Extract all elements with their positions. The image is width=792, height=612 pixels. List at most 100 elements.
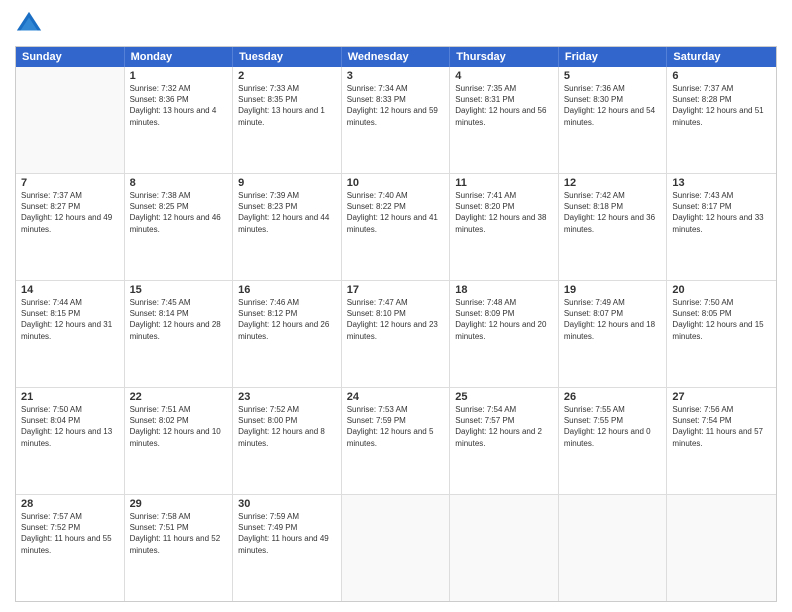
header-day-sunday: Sunday <box>16 47 125 67</box>
day-info: Sunrise: 7:56 AMSunset: 7:54 PMDaylight:… <box>672 404 771 449</box>
day-cell-14: 14Sunrise: 7:44 AMSunset: 8:15 PMDayligh… <box>16 281 125 387</box>
day-info: Sunrise: 7:37 AMSunset: 8:28 PMDaylight:… <box>672 83 771 128</box>
day-number: 25 <box>455 391 553 403</box>
day-number: 2 <box>238 70 336 82</box>
week-row-1: 1Sunrise: 7:32 AMSunset: 8:36 PMDaylight… <box>16 67 776 174</box>
day-number: 17 <box>347 284 445 296</box>
header-day-friday: Friday <box>559 47 668 67</box>
day-info: Sunrise: 7:53 AMSunset: 7:59 PMDaylight:… <box>347 404 445 449</box>
day-info: Sunrise: 7:51 AMSunset: 8:02 PMDaylight:… <box>130 404 228 449</box>
header-day-monday: Monday <box>125 47 234 67</box>
day-info: Sunrise: 7:59 AMSunset: 7:49 PMDaylight:… <box>238 511 336 556</box>
day-number: 16 <box>238 284 336 296</box>
calendar: SundayMondayTuesdayWednesdayThursdayFrid… <box>15 46 777 602</box>
day-cell-8: 8Sunrise: 7:38 AMSunset: 8:25 PMDaylight… <box>125 174 234 280</box>
day-cell-5: 5Sunrise: 7:36 AMSunset: 8:30 PMDaylight… <box>559 67 668 173</box>
day-cell-16: 16Sunrise: 7:46 AMSunset: 8:12 PMDayligh… <box>233 281 342 387</box>
day-cell-29: 29Sunrise: 7:58 AMSunset: 7:51 PMDayligh… <box>125 495 234 601</box>
day-info: Sunrise: 7:33 AMSunset: 8:35 PMDaylight:… <box>238 83 336 128</box>
day-number: 6 <box>672 70 771 82</box>
day-number: 14 <box>21 284 119 296</box>
day-number: 27 <box>672 391 771 403</box>
header-day-thursday: Thursday <box>450 47 559 67</box>
day-number: 29 <box>130 498 228 510</box>
day-number: 5 <box>564 70 662 82</box>
day-number: 15 <box>130 284 228 296</box>
logo <box>15 10 47 38</box>
day-cell-3: 3Sunrise: 7:34 AMSunset: 8:33 PMDaylight… <box>342 67 451 173</box>
day-cell-18: 18Sunrise: 7:48 AMSunset: 8:09 PMDayligh… <box>450 281 559 387</box>
day-info: Sunrise: 7:55 AMSunset: 7:55 PMDaylight:… <box>564 404 662 449</box>
day-info: Sunrise: 7:36 AMSunset: 8:30 PMDaylight:… <box>564 83 662 128</box>
calendar-header: SundayMondayTuesdayWednesdayThursdayFrid… <box>16 47 776 67</box>
day-info: Sunrise: 7:34 AMSunset: 8:33 PMDaylight:… <box>347 83 445 128</box>
day-info: Sunrise: 7:42 AMSunset: 8:18 PMDaylight:… <box>564 190 662 235</box>
day-cell-empty <box>450 495 559 601</box>
day-cell-1: 1Sunrise: 7:32 AMSunset: 8:36 PMDaylight… <box>125 67 234 173</box>
week-row-5: 28Sunrise: 7:57 AMSunset: 7:52 PMDayligh… <box>16 495 776 601</box>
day-info: Sunrise: 7:44 AMSunset: 8:15 PMDaylight:… <box>21 297 119 342</box>
day-number: 11 <box>455 177 553 189</box>
day-cell-4: 4Sunrise: 7:35 AMSunset: 8:31 PMDaylight… <box>450 67 559 173</box>
calendar-body: 1Sunrise: 7:32 AMSunset: 8:36 PMDaylight… <box>16 67 776 601</box>
day-cell-empty <box>667 495 776 601</box>
day-info: Sunrise: 7:39 AMSunset: 8:23 PMDaylight:… <box>238 190 336 235</box>
day-info: Sunrise: 7:52 AMSunset: 8:00 PMDaylight:… <box>238 404 336 449</box>
day-info: Sunrise: 7:40 AMSunset: 8:22 PMDaylight:… <box>347 190 445 235</box>
day-cell-12: 12Sunrise: 7:42 AMSunset: 8:18 PMDayligh… <box>559 174 668 280</box>
day-cell-7: 7Sunrise: 7:37 AMSunset: 8:27 PMDaylight… <box>16 174 125 280</box>
header-day-tuesday: Tuesday <box>233 47 342 67</box>
day-number: 13 <box>672 177 771 189</box>
day-cell-19: 19Sunrise: 7:49 AMSunset: 8:07 PMDayligh… <box>559 281 668 387</box>
day-number: 1 <box>130 70 228 82</box>
day-info: Sunrise: 7:38 AMSunset: 8:25 PMDaylight:… <box>130 190 228 235</box>
week-row-4: 21Sunrise: 7:50 AMSunset: 8:04 PMDayligh… <box>16 388 776 495</box>
day-cell-empty <box>342 495 451 601</box>
day-number: 18 <box>455 284 553 296</box>
day-number: 9 <box>238 177 336 189</box>
day-info: Sunrise: 7:37 AMSunset: 8:27 PMDaylight:… <box>21 190 119 235</box>
logo-icon <box>15 10 43 38</box>
day-cell-empty <box>559 495 668 601</box>
day-number: 28 <box>21 498 119 510</box>
day-number: 10 <box>347 177 445 189</box>
day-info: Sunrise: 7:41 AMSunset: 8:20 PMDaylight:… <box>455 190 553 235</box>
day-info: Sunrise: 7:50 AMSunset: 8:05 PMDaylight:… <box>672 297 771 342</box>
day-info: Sunrise: 7:57 AMSunset: 7:52 PMDaylight:… <box>21 511 119 556</box>
day-number: 7 <box>21 177 119 189</box>
day-cell-13: 13Sunrise: 7:43 AMSunset: 8:17 PMDayligh… <box>667 174 776 280</box>
week-row-2: 7Sunrise: 7:37 AMSunset: 8:27 PMDaylight… <box>16 174 776 281</box>
day-cell-10: 10Sunrise: 7:40 AMSunset: 8:22 PMDayligh… <box>342 174 451 280</box>
day-cell-24: 24Sunrise: 7:53 AMSunset: 7:59 PMDayligh… <box>342 388 451 494</box>
day-cell-27: 27Sunrise: 7:56 AMSunset: 7:54 PMDayligh… <box>667 388 776 494</box>
day-info: Sunrise: 7:32 AMSunset: 8:36 PMDaylight:… <box>130 83 228 128</box>
day-number: 4 <box>455 70 553 82</box>
day-cell-25: 25Sunrise: 7:54 AMSunset: 7:57 PMDayligh… <box>450 388 559 494</box>
day-cell-9: 9Sunrise: 7:39 AMSunset: 8:23 PMDaylight… <box>233 174 342 280</box>
day-cell-empty <box>16 67 125 173</box>
day-info: Sunrise: 7:47 AMSunset: 8:10 PMDaylight:… <box>347 297 445 342</box>
day-cell-28: 28Sunrise: 7:57 AMSunset: 7:52 PMDayligh… <box>16 495 125 601</box>
week-row-3: 14Sunrise: 7:44 AMSunset: 8:15 PMDayligh… <box>16 281 776 388</box>
header <box>15 10 777 38</box>
header-day-saturday: Saturday <box>667 47 776 67</box>
day-number: 8 <box>130 177 228 189</box>
day-number: 19 <box>564 284 662 296</box>
day-cell-26: 26Sunrise: 7:55 AMSunset: 7:55 PMDayligh… <box>559 388 668 494</box>
header-day-wednesday: Wednesday <box>342 47 451 67</box>
day-number: 20 <box>672 284 771 296</box>
day-info: Sunrise: 7:58 AMSunset: 7:51 PMDaylight:… <box>130 511 228 556</box>
page: SundayMondayTuesdayWednesdayThursdayFrid… <box>0 0 792 612</box>
day-info: Sunrise: 7:48 AMSunset: 8:09 PMDaylight:… <box>455 297 553 342</box>
day-number: 24 <box>347 391 445 403</box>
day-cell-6: 6Sunrise: 7:37 AMSunset: 8:28 PMDaylight… <box>667 67 776 173</box>
day-info: Sunrise: 7:50 AMSunset: 8:04 PMDaylight:… <box>21 404 119 449</box>
day-number: 21 <box>21 391 119 403</box>
day-info: Sunrise: 7:46 AMSunset: 8:12 PMDaylight:… <box>238 297 336 342</box>
day-cell-30: 30Sunrise: 7:59 AMSunset: 7:49 PMDayligh… <box>233 495 342 601</box>
day-cell-22: 22Sunrise: 7:51 AMSunset: 8:02 PMDayligh… <box>125 388 234 494</box>
day-cell-20: 20Sunrise: 7:50 AMSunset: 8:05 PMDayligh… <box>667 281 776 387</box>
day-number: 23 <box>238 391 336 403</box>
day-cell-2: 2Sunrise: 7:33 AMSunset: 8:35 PMDaylight… <box>233 67 342 173</box>
day-info: Sunrise: 7:35 AMSunset: 8:31 PMDaylight:… <box>455 83 553 128</box>
